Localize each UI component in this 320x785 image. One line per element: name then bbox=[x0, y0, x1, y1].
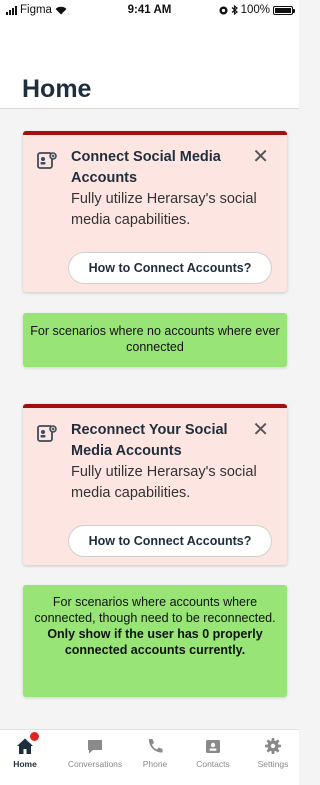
connect-accounts-card: Connect Social Media Accounts ✕ Fully ut… bbox=[23, 131, 287, 292]
scenario-note-no-accounts: For scenarios where no accounts where ev… bbox=[23, 313, 287, 367]
gear-icon bbox=[265, 738, 281, 754]
tab-label: Phone bbox=[142, 759, 168, 769]
status-bar: Figma 9:41 AM 100% bbox=[0, 0, 299, 20]
chat-icon bbox=[88, 740, 102, 754]
page-title: Home bbox=[22, 75, 92, 103]
tab-label: Contacts bbox=[196, 759, 230, 769]
notification-badge bbox=[30, 732, 39, 741]
note-text: For scenarios where accounts where conne… bbox=[34, 595, 276, 625]
phone-icon bbox=[148, 739, 163, 753]
tab-label: Conversations bbox=[67, 759, 123, 769]
contacts-icon bbox=[206, 740, 220, 753]
tab-home[interactable]: Home bbox=[0, 730, 50, 785]
tab-settings[interactable]: Settings bbox=[250, 730, 296, 785]
tab-contacts[interactable]: Contacts bbox=[188, 730, 238, 785]
close-icon[interactable]: ✕ bbox=[252, 146, 269, 168]
alarm-icon bbox=[219, 5, 228, 15]
social-accounts-icon bbox=[37, 425, 57, 442]
battery-fill bbox=[275, 7, 291, 13]
how-to-connect-button[interactable]: How to Connect Accounts? bbox=[68, 525, 272, 557]
tab-phone[interactable]: Phone bbox=[135, 730, 175, 785]
card-title: Connect Social Media Accounts bbox=[71, 149, 221, 186]
tab-label: Settings bbox=[257, 759, 289, 769]
close-icon[interactable]: ✕ bbox=[252, 419, 269, 441]
card-description: Fully utilize Herarsay's social media ca… bbox=[71, 191, 257, 228]
reconnect-accounts-card: Reconnect Your Social Media Accounts ✕ F… bbox=[23, 404, 287, 565]
bluetooth-icon bbox=[231, 5, 238, 15]
card-title: Reconnect Your Social Media Accounts bbox=[71, 422, 228, 459]
scenario-note-reconnect: For scenarios where accounts where conne… bbox=[23, 585, 287, 697]
battery-percent: 100% bbox=[240, 4, 270, 16]
card-description: Fully utilize Herarsay's social media ca… bbox=[71, 464, 257, 501]
battery-icon bbox=[273, 5, 295, 15]
status-right: 100% bbox=[219, 4, 295, 16]
tab-conversations[interactable]: Conversations bbox=[55, 730, 135, 785]
note-text: For scenarios where no accounts where ev… bbox=[30, 324, 280, 354]
header: Home bbox=[0, 20, 299, 109]
tab-label: Home bbox=[13, 759, 37, 769]
note-condition: Only show if the user has 0 properly con… bbox=[47, 627, 263, 657]
how-to-connect-button[interactable]: How to Connect Accounts? bbox=[68, 252, 272, 284]
tab-bar: Home Conversations Phone Contacts Settin… bbox=[0, 729, 299, 785]
social-accounts-icon bbox=[37, 152, 57, 169]
